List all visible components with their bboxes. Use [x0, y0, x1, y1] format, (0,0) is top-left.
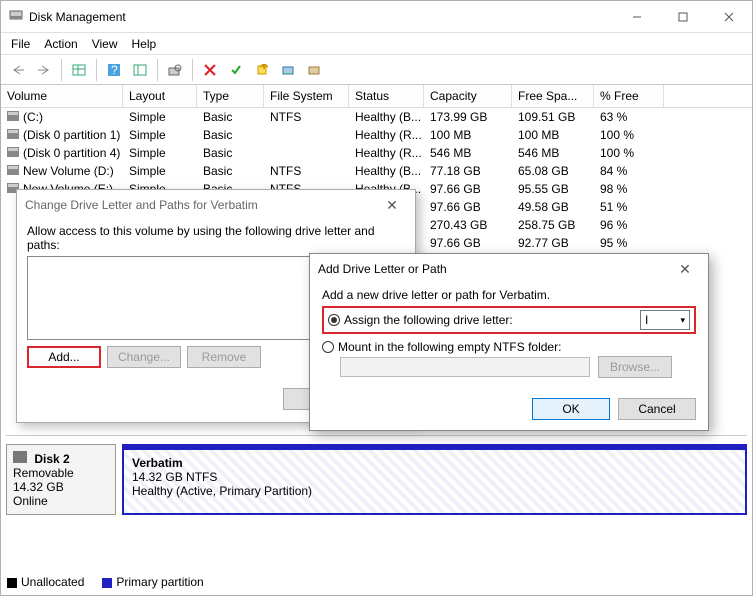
dlg2-cancel-button[interactable]: Cancel: [618, 398, 696, 420]
disk-size: 14.32 GB: [13, 480, 64, 494]
table-row[interactable]: New Volume (D:)SimpleBasicNTFSHealthy (B…: [1, 162, 752, 180]
drive-letter-value: I: [645, 313, 648, 327]
partition-size: 14.32 GB NTFS: [132, 470, 217, 484]
partition-name: Verbatim: [132, 456, 183, 470]
menu-action[interactable]: Action: [44, 37, 77, 51]
col-status[interactable]: Status: [349, 85, 424, 107]
disk-management-window: Disk Management File Action View Help ? …: [0, 0, 753, 596]
back-icon[interactable]: [7, 59, 29, 81]
disk1-icon[interactable]: [277, 59, 299, 81]
dlg2-title: Add Drive Letter or Path: [318, 262, 670, 276]
drive-letter-combo[interactable]: I ▾: [640, 310, 690, 330]
properties-icon[interactable]: [164, 59, 186, 81]
titlebar: Disk Management: [1, 1, 752, 33]
table-row[interactable]: (Disk 0 partition 1)SimpleBasicHealthy (…: [1, 126, 752, 144]
check-icon[interactable]: [225, 59, 247, 81]
svg-text:?: ?: [111, 63, 118, 77]
legend-unallocated: Unallocated: [21, 575, 84, 589]
new-icon[interactable]: ✱: [251, 59, 273, 81]
table-row[interactable]: (C:)SimpleBasicNTFSHealthy (B...173.99 G…: [1, 108, 752, 126]
col-capacity[interactable]: Capacity: [424, 85, 512, 107]
svg-text:✱: ✱: [259, 64, 268, 72]
disk2-icon[interactable]: [303, 59, 325, 81]
col-pctfree[interactable]: % Free: [594, 85, 664, 107]
dlg2-close-icon[interactable]: ✕: [670, 261, 700, 278]
chevron-down-icon: ▾: [680, 315, 685, 326]
maximize-button[interactable]: [660, 3, 706, 31]
dlg2-ok-button[interactable]: OK: [532, 398, 610, 420]
add-drive-letter-dialog: Add Drive Letter or Path ✕ Add a new dri…: [309, 253, 709, 431]
menubar: File Action View Help: [1, 33, 752, 55]
dlg2-prompt: Add a new drive letter or path for Verba…: [322, 288, 696, 302]
disk-header[interactable]: Disk 2 Removable 14.32 GB Online: [6, 444, 116, 515]
help-icon[interactable]: ?: [103, 59, 125, 81]
disk-state: Online: [13, 494, 48, 508]
table-row[interactable]: (Disk 0 partition 4)SimpleBasicHealthy (…: [1, 144, 752, 162]
col-layout[interactable]: Layout: [123, 85, 197, 107]
hdd-icon: [9, 8, 23, 25]
partition-status: Healthy (Active, Primary Partition): [132, 484, 312, 498]
col-volume[interactable]: Volume: [1, 85, 123, 107]
assign-label: Assign the following drive letter:: [344, 313, 640, 327]
minimize-button[interactable]: [614, 3, 660, 31]
dlg1-prompt: Allow access to this volume by using the…: [27, 224, 405, 252]
grid-icon[interactable]: [68, 59, 90, 81]
col-fs[interactable]: File System: [264, 85, 349, 107]
menu-help[interactable]: Help: [132, 37, 157, 51]
assign-radio[interactable]: [328, 314, 340, 326]
col-type[interactable]: Type: [197, 85, 264, 107]
legend-primary: Primary partition: [116, 575, 203, 589]
menu-view[interactable]: View: [92, 37, 118, 51]
delete-icon[interactable]: [199, 59, 221, 81]
menu-file[interactable]: File: [11, 37, 30, 51]
dlg1-close-icon[interactable]: ✕: [377, 197, 407, 214]
disk-graphical-view: Disk 2 Removable 14.32 GB Online Verbati…: [6, 435, 747, 545]
toolbar: ? ✱: [1, 55, 752, 85]
grid-header: Volume Layout Type File System Status Ca…: [1, 85, 752, 108]
partition-block[interactable]: Verbatim 14.32 GB NTFS Healthy (Active, …: [122, 444, 747, 515]
mount-radio[interactable]: [322, 341, 334, 353]
change-button[interactable]: Change...: [107, 346, 181, 368]
window-title: Disk Management: [29, 10, 614, 24]
refresh-icon[interactable]: [129, 59, 151, 81]
add-button[interactable]: Add...: [27, 346, 101, 368]
close-button[interactable]: [706, 3, 752, 31]
mount-path-input: [340, 357, 590, 377]
disk-label: Disk 2: [34, 452, 69, 466]
dlg1-title: Change Drive Letter and Paths for Verbat…: [25, 198, 377, 212]
forward-icon[interactable]: [33, 59, 55, 81]
legend: Unallocated Primary partition: [7, 575, 204, 589]
browse-button[interactable]: Browse...: [598, 356, 672, 378]
remove-button[interactable]: Remove: [187, 346, 261, 368]
col-free[interactable]: Free Spa...: [512, 85, 594, 107]
mount-label: Mount in the following empty NTFS folder…: [338, 340, 561, 354]
disk-type: Removable: [13, 466, 74, 480]
